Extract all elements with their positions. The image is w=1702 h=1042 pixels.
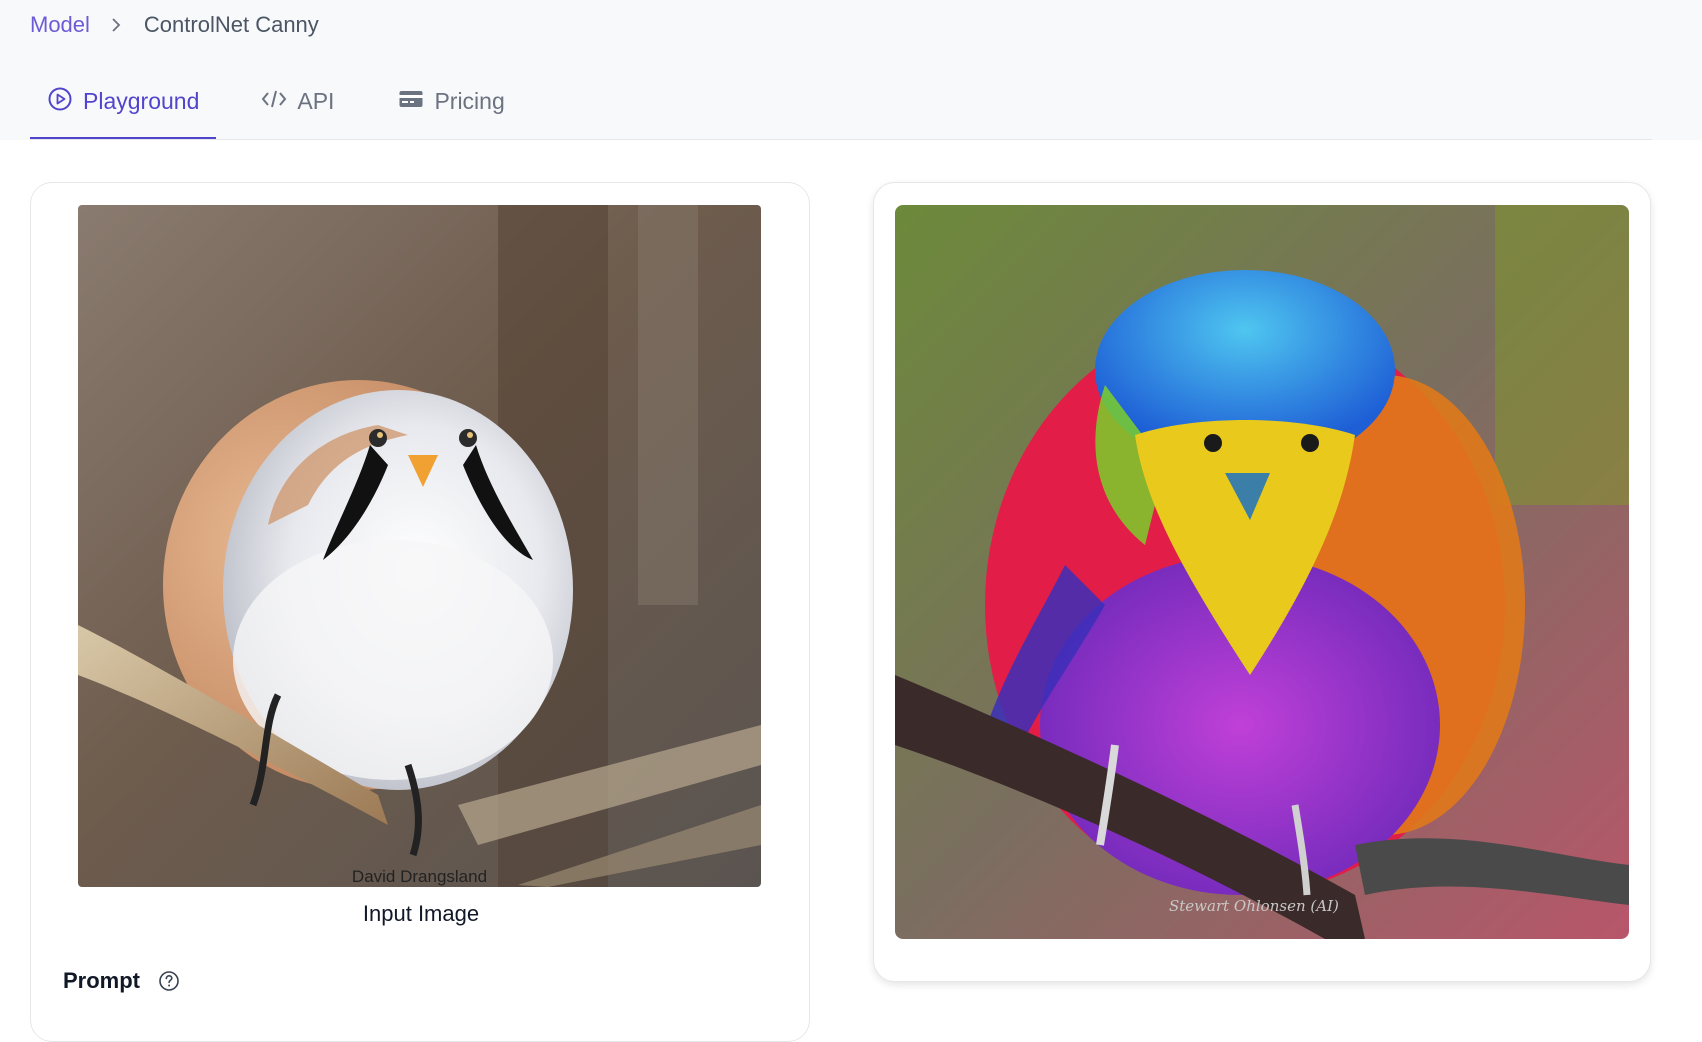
tab-label: Playground xyxy=(83,88,200,114)
output-image-watermark: Stewart Ohlonsen (AI) xyxy=(1169,897,1339,915)
breadcrumb: Model ControlNet Canny xyxy=(30,10,319,40)
prompt-label: Prompt xyxy=(63,968,140,993)
input-image[interactable]: David Drangsland xyxy=(78,205,761,887)
code-icon xyxy=(261,88,297,116)
prompt-label-row: Prompt xyxy=(63,968,180,994)
tab-label: API xyxy=(297,88,335,114)
help-circle-icon[interactable] xyxy=(158,970,180,992)
tab-playground[interactable]: Playground xyxy=(30,80,217,139)
input-panel: David Drangsland Input Image Prompt xyxy=(30,182,810,1042)
play-circle-icon xyxy=(47,86,83,118)
tab-api[interactable]: API xyxy=(261,80,334,139)
input-image-watermark: David Drangsland xyxy=(351,867,488,886)
tab-label: Pricing xyxy=(434,88,505,114)
tab-pricing[interactable]: Pricing xyxy=(398,80,505,139)
credit-card-icon xyxy=(398,88,434,116)
output-panel: Stewart Ohlonsen (AI) xyxy=(873,182,1651,982)
breadcrumb-current: ControlNet Canny xyxy=(143,12,319,37)
tab-bar: Playground API Pricing xyxy=(30,80,505,140)
tabs-divider xyxy=(30,139,1652,140)
chevron-right-icon xyxy=(110,17,122,33)
output-image[interactable]: Stewart Ohlonsen (AI) xyxy=(895,205,1629,939)
input-image-caption: Input Image xyxy=(362,901,480,926)
breadcrumb-model-link[interactable]: Model xyxy=(30,12,90,38)
